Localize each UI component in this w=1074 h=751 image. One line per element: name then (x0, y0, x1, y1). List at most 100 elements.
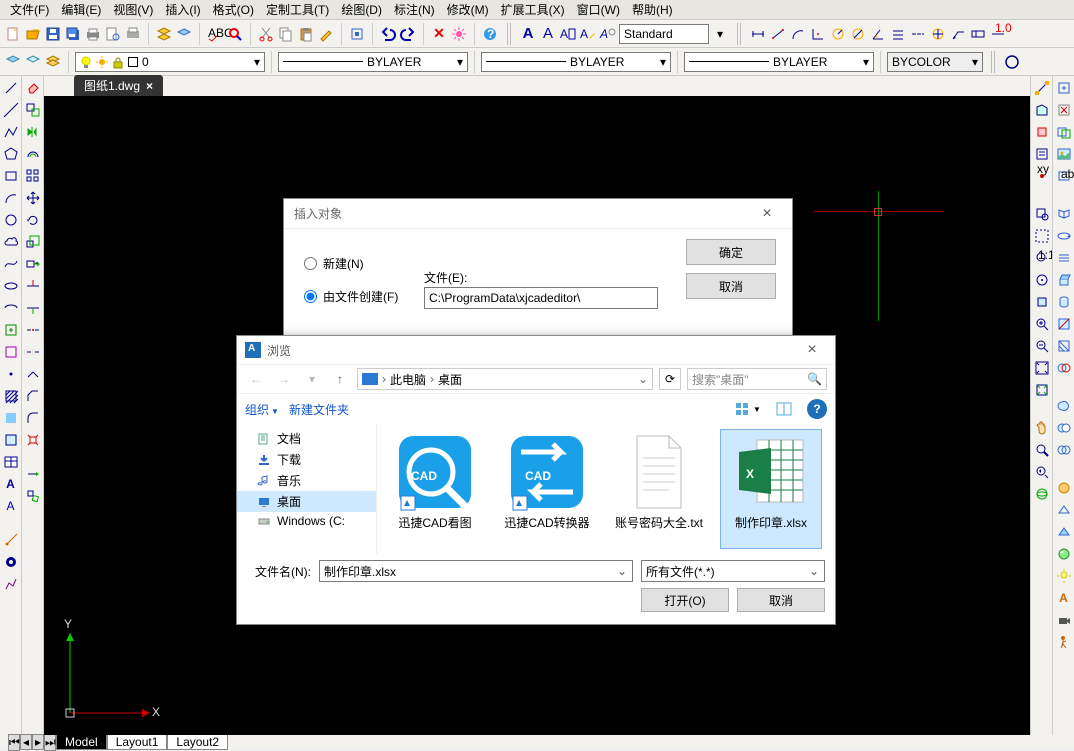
mirror3d-icon[interactable] (1056, 206, 1072, 222)
block-icon[interactable] (348, 25, 366, 43)
dim-ordinate-icon[interactable] (809, 25, 827, 43)
table-icon[interactable] (3, 454, 19, 470)
zoom-in-icon[interactable] (1034, 316, 1050, 332)
lengthen-icon[interactable] (25, 466, 41, 482)
breadcrumb-desktop[interactable]: 桌面 (438, 371, 462, 388)
linetype-dropdown-1[interactable]: BYLAYER▾ (278, 52, 468, 72)
layer-thaw-icon[interactable] (24, 53, 42, 71)
polygon-icon[interactable] (3, 146, 19, 162)
tab-model[interactable]: Model (56, 734, 107, 750)
menu-express[interactable]: 扩展工具(X) (495, 0, 571, 20)
file-filter-dropdown[interactable]: 所有文件(*.*) ⌄ (641, 560, 825, 582)
interfere-icon[interactable] (1056, 360, 1072, 376)
layer-freeze-icon[interactable] (4, 53, 22, 71)
move-icon[interactable] (25, 190, 41, 206)
print-preview-icon[interactable] (104, 25, 122, 43)
xref-attach-icon[interactable] (1056, 124, 1072, 140)
extrude-icon[interactable] (1056, 272, 1072, 288)
donut-icon[interactable] (3, 554, 19, 570)
rectangle-icon[interactable] (3, 168, 19, 184)
dim-leader-icon[interactable] (949, 25, 967, 43)
help-icon[interactable]: ? (481, 25, 499, 43)
help-icon[interactable]: ? (807, 399, 827, 419)
zoom-dynamic-icon[interactable] (1034, 228, 1050, 244)
browse-dialog-close-icon[interactable]: × (797, 341, 827, 359)
linetype-dropdown-2[interactable]: BYLAYER▾ (481, 52, 671, 72)
chevron-down-icon[interactable]: ⌄ (638, 372, 648, 386)
cut-icon[interactable] (257, 25, 275, 43)
point-icon[interactable] (3, 366, 19, 382)
find-icon[interactable] (226, 25, 244, 43)
menu-modify[interactable]: 修改(M) (441, 0, 495, 20)
ray-icon[interactable] (3, 532, 19, 548)
text-mtext-icon[interactable]: A (559, 25, 577, 43)
insert-block2-icon[interactable] (1056, 80, 1072, 96)
text-style-dropdown-arrow-icon[interactable]: ▾ (711, 25, 729, 43)
mass-icon[interactable] (1034, 124, 1050, 140)
insert-block-icon[interactable] (3, 322, 19, 338)
print-icon[interactable] (84, 25, 102, 43)
xref-icon[interactable] (1056, 102, 1072, 118)
orbit-icon[interactable] (1034, 486, 1050, 502)
union-icon[interactable] (1056, 398, 1072, 414)
tree-node-desktop[interactable]: 桌面 (237, 491, 376, 512)
circle-icon[interactable] (3, 212, 19, 228)
hatch-icon[interactable] (3, 388, 19, 404)
browse-cancel-button[interactable]: 取消 (737, 588, 825, 612)
shade-icon[interactable] (1056, 524, 1072, 540)
text-render-icon[interactable]: A (1056, 590, 1072, 606)
document-tab[interactable]: 图纸1.dwg × (74, 75, 163, 96)
revolve-icon[interactable] (1056, 294, 1072, 310)
circle-tool-icon[interactable] (1003, 53, 1021, 71)
tree-node-downloads[interactable]: 下载 (237, 449, 376, 470)
zoom-object-icon[interactable] (1034, 294, 1050, 310)
menu-edit[interactable]: 编辑(E) (55, 0, 107, 20)
zoom-scale-icon[interactable]: 1:1 (1034, 250, 1050, 266)
tree-node-windows-c[interactable]: Windows (C: (237, 512, 376, 530)
nav-recent-icon[interactable]: ▾ (301, 368, 323, 390)
extend-icon[interactable] (25, 300, 41, 316)
ellipse-icon[interactable] (3, 278, 19, 294)
make-block-icon[interactable] (3, 344, 19, 360)
zoom-window-icon[interactable] (1034, 206, 1050, 222)
open-button[interactable]: 打开(O) (641, 588, 729, 612)
break-icon[interactable] (25, 344, 41, 360)
align3d-icon[interactable] (1056, 250, 1072, 266)
dim-aligned-icon[interactable] (769, 25, 787, 43)
spell-check-icon[interactable]: ABC (206, 25, 224, 43)
section-icon[interactable] (1056, 338, 1072, 354)
file-txt[interactable]: 账号密码大全.txt (609, 430, 709, 548)
array-icon[interactable] (25, 168, 41, 184)
tab-nav-first-icon[interactable]: ⏮ (8, 734, 20, 751)
subtract-icon[interactable] (1056, 420, 1072, 436)
mirror-icon[interactable] (25, 124, 41, 140)
menu-custom-tools[interactable]: 定制工具(T) (260, 0, 335, 20)
text-style-dropdown[interactable] (619, 24, 709, 44)
chevron-down-icon[interactable]: ⌄ (806, 563, 822, 579)
file-cad-viewer[interactable]: CAD 迅捷CAD看图 (385, 430, 485, 548)
save-icon[interactable] (44, 25, 62, 43)
undo-icon[interactable] (379, 25, 397, 43)
dim-arc-icon[interactable] (789, 25, 807, 43)
dim-baseline-icon[interactable] (889, 25, 907, 43)
zoom-out-icon[interactable] (1034, 338, 1050, 354)
file-path-input[interactable] (424, 287, 658, 309)
tab-nav-last-icon[interactable]: ⏭ (44, 734, 56, 751)
erase-icon[interactable]: ✕ (430, 25, 448, 43)
explode-icon[interactable] (25, 432, 41, 448)
radio-create-new-input[interactable] (304, 257, 317, 270)
zoom-extents-icon[interactable] (1034, 382, 1050, 398)
list-icon[interactable] (1034, 146, 1050, 162)
tab-nav-prev-icon[interactable]: ◂ (20, 734, 32, 750)
layer-manager-icon[interactable] (44, 53, 62, 71)
revcloud-icon[interactable] (3, 234, 19, 250)
copy-obj-icon[interactable] (25, 102, 41, 118)
nav-up-icon[interactable]: ↑ (329, 368, 351, 390)
text-style-a2-icon[interactable]: A (539, 25, 557, 43)
fillet-icon[interactable] (25, 410, 41, 426)
tab-layout1[interactable]: Layout1 (107, 734, 168, 750)
chevron-down-icon[interactable]: ⌄ (614, 563, 630, 579)
tab-nav-next-icon[interactable]: ▸ (32, 734, 44, 750)
explode-icon[interactable] (450, 25, 468, 43)
file-cad-converter[interactable]: CAD 迅捷CAD转换器 (497, 430, 597, 548)
